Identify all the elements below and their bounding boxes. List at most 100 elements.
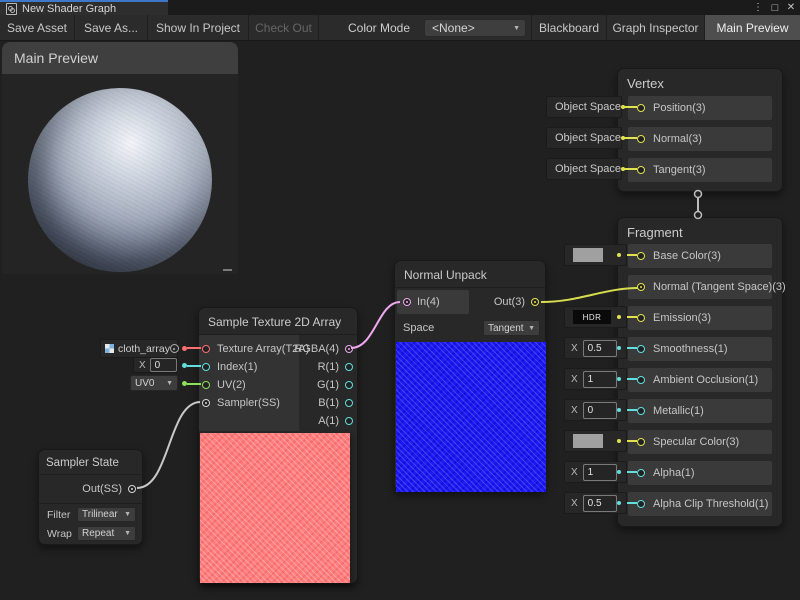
window-menu-icon[interactable]: ⋮: [750, 0, 766, 15]
ambient-occlusion-port[interactable]: [637, 376, 645, 384]
rgba-label: RGBA(4): [251, 343, 339, 355]
r-port[interactable]: [345, 363, 353, 371]
preview-sphere: [28, 88, 212, 272]
x-label: X: [571, 343, 578, 354]
save-as-button[interactable]: Save As...: [75, 15, 147, 40]
show-in-project-button[interactable]: Show In Project: [148, 15, 248, 40]
tab-new-shader-graph[interactable]: New Shader Graph: [0, 0, 168, 15]
emission-label: Emission(3): [653, 312, 711, 324]
b-port[interactable]: [345, 399, 353, 407]
base-color-swatch[interactable]: [564, 244, 627, 266]
base-color-port[interactable]: [637, 252, 645, 260]
index-field[interactable]: X 0: [133, 357, 178, 373]
metallic-value[interactable]: 0: [583, 402, 617, 419]
alpha-clip-value[interactable]: 0.5: [583, 495, 617, 512]
port-stub-dot: [617, 346, 621, 350]
specular-color-swatch[interactable]: [564, 430, 627, 452]
alpha-clip-field[interactable]: X 0.5: [564, 492, 627, 514]
main-preview-title: Main Preview: [14, 50, 98, 66]
wire-sampler-state-to-sampler[interactable]: [137, 402, 200, 488]
b-label: B(1): [251, 397, 339, 409]
port-stub-dot: [617, 253, 621, 257]
position-port[interactable]: [637, 104, 645, 112]
metallic-field[interactable]: X 0: [564, 399, 627, 421]
specular-color-port[interactable]: [637, 438, 645, 446]
x-label: X: [571, 374, 578, 385]
sample-texture-2d-array-node[interactable]: Sample Texture 2D Array Texture Array(T2…: [198, 307, 358, 584]
position-space-dropdown[interactable]: Object Space: [546, 96, 622, 118]
smoothness-field[interactable]: X 0.5: [564, 337, 627, 359]
ambient-occlusion-label: Ambient Occlusion(1): [653, 374, 758, 386]
filter-dropdown[interactable]: Trilinear ▼: [77, 507, 136, 522]
uv-channel-dropdown[interactable]: UV0 ▼: [130, 375, 178, 391]
texture-preview: [200, 433, 350, 583]
smoothness-row: Smoothness(1): [628, 337, 772, 361]
texture-array-port[interactable]: [202, 345, 210, 353]
a-port[interactable]: [345, 417, 353, 425]
blackboard-toggle-button[interactable]: Blackboard: [532, 15, 606, 40]
smoothness-value[interactable]: 0.5: [583, 340, 617, 357]
in-port[interactable]: [403, 298, 411, 306]
x-label: X: [571, 498, 578, 509]
main-preview-panel: Main Preview: [2, 42, 238, 274]
wrap-dropdown[interactable]: Repeat ▼: [77, 526, 136, 541]
vertex-node[interactable]: Vertex Position(3) Normal(3) Tangent(3): [617, 68, 783, 192]
normal-tangent-port[interactable]: [637, 283, 645, 291]
out-label: Out(3): [494, 296, 525, 308]
normal-space-dropdown[interactable]: Object Space: [546, 127, 622, 149]
filter-label: Filter: [47, 509, 70, 521]
save-asset-button[interactable]: Save Asset: [0, 15, 74, 40]
index-port[interactable]: [202, 363, 210, 371]
alpha-field[interactable]: X 1: [564, 461, 627, 483]
space-label: Space: [403, 322, 434, 334]
specular-color-label: Specular Color(3): [653, 436, 739, 448]
normal-tangent-label: Normal (Tangent Space)(3): [653, 281, 786, 293]
normal-unpack-title: Normal Unpack: [404, 268, 487, 282]
uv-port[interactable]: [202, 381, 210, 389]
normal-unpack-node[interactable]: Normal Unpack In(4) Out(3) Space Tangent…: [394, 260, 546, 492]
alpha-port[interactable]: [637, 469, 645, 477]
panel-resize-handle[interactable]: [223, 269, 232, 271]
alpha-clip-port[interactable]: [637, 500, 645, 508]
index-value[interactable]: 0: [150, 358, 177, 372]
emission-hdr-field[interactable]: HDR: [564, 306, 627, 328]
out-ss-port[interactable]: [128, 485, 136, 493]
ambient-occlusion-value[interactable]: 1: [583, 371, 617, 388]
stub-wire: [627, 502, 637, 504]
color-mode-dropdown[interactable]: <None> ▼: [424, 19, 526, 37]
main-preview-toggle-button[interactable]: Main Preview: [705, 15, 800, 40]
tangent-space-dropdown[interactable]: Object Space: [546, 158, 622, 180]
g-port[interactable]: [345, 381, 353, 389]
alpha-value[interactable]: 1: [583, 464, 617, 481]
rgba-port[interactable]: [345, 345, 353, 353]
emission-row: Emission(3): [628, 306, 772, 330]
sampler-port[interactable]: [202, 399, 210, 407]
x-label: X: [571, 405, 578, 416]
stub-wire: [622, 106, 637, 108]
close-icon[interactable]: ✕: [783, 0, 799, 15]
graph-inspector-toggle-button[interactable]: Graph Inspector: [607, 15, 704, 40]
space-value: Tangent: [488, 323, 524, 334]
space-dropdown[interactable]: Tangent ▼: [483, 320, 540, 336]
fragment-node[interactable]: Fragment Base Color(3) Normal (Tangent S…: [617, 217, 783, 527]
uv-label: UV(2): [217, 379, 246, 391]
alpha-label: Alpha(1): [653, 467, 695, 479]
tangent-label: Tangent(3): [653, 164, 706, 176]
tangent-port[interactable]: [637, 166, 645, 174]
wire-rgba-to-in[interactable]: [351, 302, 400, 348]
normal-label: Normal(3): [653, 133, 702, 145]
sampler-state-node[interactable]: Sampler State Out(SS) Filter Trilinear ▼…: [38, 449, 143, 545]
smoothness-label: Smoothness(1): [653, 343, 728, 355]
ambient-occlusion-field[interactable]: X 1: [564, 368, 627, 390]
stub-wire: [627, 378, 637, 380]
stub-wire: [187, 365, 201, 367]
main-preview-header[interactable]: Main Preview: [2, 42, 238, 74]
normal-port[interactable]: [637, 135, 645, 143]
metallic-port[interactable]: [637, 407, 645, 415]
out-port[interactable]: [531, 298, 539, 306]
emission-port[interactable]: [637, 314, 645, 322]
exposed-icon[interactable]: [170, 344, 179, 353]
smoothness-port[interactable]: [637, 345, 645, 353]
maximize-icon[interactable]: □: [767, 0, 783, 15]
cloth-array-property[interactable]: cloth_array: [100, 339, 178, 358]
